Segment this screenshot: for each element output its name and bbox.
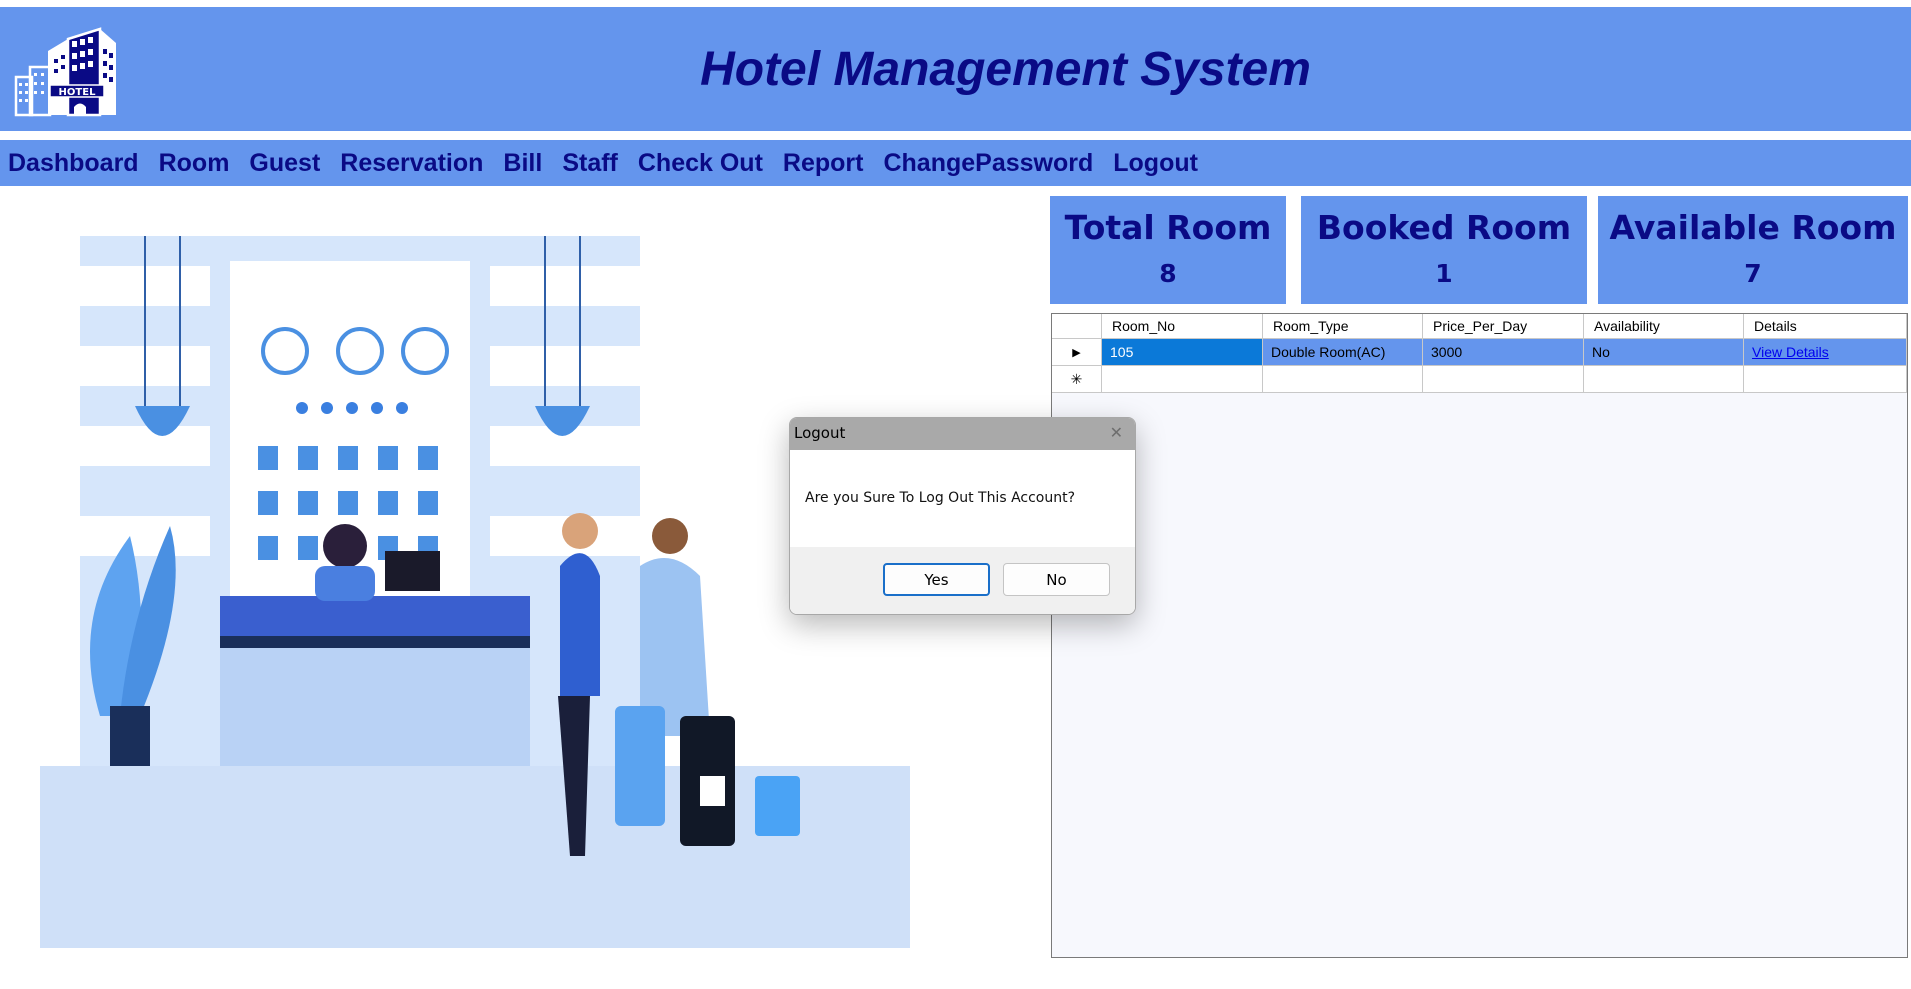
row-selector-cell[interactable]: ▶ [1052, 339, 1102, 366]
menu-item-staff[interactable]: Staff [562, 149, 618, 178]
column-header-availability[interactable]: Availability [1584, 314, 1744, 339]
cell-room-type[interactable]: Double Room(AC) [1263, 339, 1423, 366]
new-cell-price-per-day[interactable] [1423, 366, 1584, 393]
app-title: Hotel Management System [700, 42, 1311, 96]
grid-header-row: Room_No Room_Type Price_Per_Day Availabi… [1052, 314, 1907, 339]
new-cell-details[interactable] [1744, 366, 1907, 393]
room-data-grid[interactable]: Room_No Room_Type Price_Per_Day Availabi… [1051, 313, 1908, 958]
menu-item-reservation[interactable]: Reservation [340, 149, 483, 178]
menu-item-guest[interactable]: Guest [249, 149, 320, 178]
new-row-asterisk-icon: ✳ [1070, 370, 1083, 387]
menu-item-check-out[interactable]: Check Out [638, 149, 763, 178]
grid-corner-cell [1052, 314, 1102, 339]
new-cell-availability[interactable] [1584, 366, 1744, 393]
menu-item-bill[interactable]: Bill [503, 149, 542, 178]
column-header-room-type[interactable]: Room_Type [1263, 314, 1423, 339]
header-banner: HOTEL Hotel Management System [0, 7, 1911, 131]
logout-dialog: Logout ✕ Are you Sure To Log Out This Ac… [789, 417, 1136, 615]
column-header-price-per-day[interactable]: Price_Per_Day [1423, 314, 1584, 339]
dialog-button-bar: Yes No [790, 547, 1135, 614]
table-row[interactable]: ▶ 105 Double Room(AC) 3000 No View Detai… [1052, 339, 1907, 366]
close-icon[interactable]: ✕ [1110, 425, 1123, 441]
main-menu: Dashboard Room Guest Reservation Bill St… [0, 140, 1911, 186]
stat-total-room-label: Total Room [1064, 208, 1272, 247]
cell-availability[interactable]: No [1584, 339, 1744, 366]
menu-item-report[interactable]: Report [783, 149, 864, 178]
stat-booked-room-value: 1 [1435, 259, 1453, 288]
current-row-arrow-icon: ▶ [1072, 346, 1081, 359]
stat-card-total-room: Total Room 8 [1050, 196, 1286, 304]
cell-details[interactable]: View Details [1744, 339, 1907, 366]
menu-item-room[interactable]: Room [159, 149, 230, 178]
new-cell-room-no[interactable] [1102, 366, 1263, 393]
menu-item-change-password[interactable]: ChangePassword [883, 149, 1093, 178]
dialog-message: Are you Sure To Log Out This Account? [805, 490, 1076, 506]
new-row[interactable]: ✳ [1052, 366, 1907, 393]
column-header-details[interactable]: Details [1744, 314, 1907, 339]
hotel-reception-illustration [40, 236, 910, 948]
yes-button[interactable]: Yes [883, 563, 990, 596]
new-cell-room-type[interactable] [1263, 366, 1423, 393]
stat-available-room-value: 7 [1744, 259, 1762, 288]
stat-available-room-label: Available Room [1609, 208, 1897, 247]
stat-card-available-room: Available Room 7 [1598, 196, 1908, 304]
stat-booked-room-label: Booked Room [1316, 208, 1572, 247]
stat-total-room-value: 8 [1159, 259, 1177, 288]
column-header-room-no[interactable]: Room_No [1102, 314, 1263, 339]
menu-item-logout[interactable]: Logout [1113, 149, 1198, 178]
dialog-titlebar[interactable]: Logout ✕ [790, 418, 1135, 450]
new-row-selector-cell[interactable]: ✳ [1052, 366, 1102, 393]
cell-price-per-day[interactable]: 3000 [1423, 339, 1584, 366]
dialog-title: Logout [794, 424, 846, 442]
menu-item-dashboard[interactable]: Dashboard [8, 149, 139, 178]
stat-card-booked-room: Booked Room 1 [1301, 196, 1587, 304]
no-button[interactable]: No [1003, 563, 1110, 596]
view-details-link[interactable]: View Details [1752, 344, 1829, 360]
cell-room-no[interactable]: 105 [1102, 339, 1263, 366]
